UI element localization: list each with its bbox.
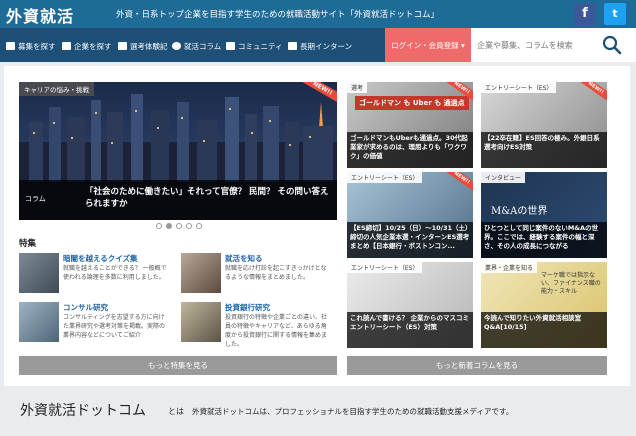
top-bar: 外資就活 外資・日系トップ企業を目指す学生のための就職活動サイト「外資就活ドット… <box>0 0 636 28</box>
card-title: ゴールドマンもUberも通過点。30代起業家が求めるのは、理屈よりも「ワクワク」… <box>347 132 473 168</box>
card-title: 【ES締切】10/25（日）〜10/31（土）締切の人気企業本選・インターンES… <box>347 222 473 258</box>
card-tag: インタビュー <box>481 172 526 183</box>
login-register-button[interactable]: ログイン・会員登録 ▾ <box>385 28 471 62</box>
about-title: 外資就活ドットコム <box>20 403 146 419</box>
card-image-text: マーケ職では指示ない、ファイナンス職の能力・スキル <box>541 272 601 295</box>
book-icon <box>118 42 127 50</box>
search-icon[interactable] <box>601 34 623 56</box>
feature-title[interactable]: 就活を知る <box>225 253 263 264</box>
card-tag: エントリーシート（ES） <box>347 262 423 273</box>
nav-item-internship[interactable]: 長期インターン <box>288 39 352 53</box>
card-tag: 選考 <box>347 82 368 93</box>
search-box <box>471 28 636 62</box>
card-title: これ読んで書ける？ 企業からのマスコミエントリーシート（ES）対策 <box>347 312 473 348</box>
briefcase-icon <box>6 42 15 50</box>
slider-dots <box>156 223 202 229</box>
feature-title[interactable]: 投資銀行研究 <box>225 302 270 313</box>
site-tagline: 外資・日系トップ企業を目指す学生のための就職活動サイト「外資就活ドットコム」 <box>116 10 440 20</box>
monitor-icon <box>288 42 297 50</box>
feature-thumbnail <box>181 302 221 342</box>
site-logo[interactable]: 外資就活 <box>6 3 74 27</box>
nav-item-jobs[interactable]: 募集を探す <box>6 39 56 53</box>
column-card[interactable]: エントリーシート（ES） NEW!! 【22卒在籍】ES回答の極み。外銀日系選考… <box>481 82 607 168</box>
chat-icon <box>226 42 235 50</box>
hero-category-tag: キャリアの悩み・挑戦 <box>19 82 94 96</box>
feature-thumbnail <box>19 302 59 342</box>
more-features-button[interactable]: もっと特集を見る <box>19 356 337 375</box>
twitter-icon[interactable]: t <box>604 3 626 25</box>
feature-desc: コンサルティングを志望する方に向けた業界研究や選考対策を掲載。実際の業界内容など… <box>63 314 166 339</box>
new-badge: NEW!! <box>575 82 607 105</box>
new-badge: NEW!! <box>441 172 473 195</box>
feature-thumbnail <box>19 253 59 293</box>
nav-item-label: 選考体験記 <box>130 41 168 51</box>
slider-dot-active[interactable] <box>166 223 172 229</box>
facebook-icon[interactable]: f <box>574 3 596 25</box>
feature-item[interactable]: コンサル研究 コンサルティングを志望する方に向けた業界研究や選考対策を掲載。実際… <box>19 302 175 346</box>
more-columns-button[interactable]: もっと新着コラムを見る <box>347 356 607 375</box>
hero-slide[interactable]: キャリアの悩み・挑戦 NEW!! コラム 「社会のために働きたい」それって官僚？… <box>19 82 337 220</box>
slider-dot[interactable] <box>176 223 182 229</box>
nav-item-label: 長期インターン <box>300 41 353 51</box>
hero-title[interactable]: 「社会のために働きたい」それって官僚？ 民間？ その問い答えられますか <box>85 186 333 210</box>
nav-item-label: 募集を探す <box>18 41 56 51</box>
card-title: 【22卒在籍】ES回答の極み。外銀日系選考向けES対策 <box>481 132 607 168</box>
hero-type-label: コラム <box>25 195 46 203</box>
feature-title[interactable]: コンサル研究 <box>63 302 108 313</box>
card-title: 今読んで知りたい外資就活相談室Q&A[10/15] <box>481 312 607 348</box>
column-icon <box>172 42 181 50</box>
features-heading: 特集 <box>19 239 37 249</box>
feature-desc: 就職を越えることができる？ 一般概で使われる論理を多数に利用しました。 <box>63 265 167 281</box>
feature-desc: 就職を応け打診を起こすきっかけとなるような情報をまとめました。 <box>225 265 327 281</box>
feature-title[interactable]: 暗闇を越えるクイズ集 <box>63 253 138 264</box>
feature-item[interactable]: 就活を知る 就職を応け打診を起こすきっかけとなるような情報をまとめました。 <box>181 253 337 297</box>
nav-item-community[interactable]: コミュニティ <box>226 39 283 53</box>
column-card[interactable]: エントリーシート（ES） これ読んで書ける？ 企業からのマスコミエントリーシート… <box>347 262 473 348</box>
nav-item-label: 就活コラム <box>184 41 222 51</box>
card-image-text: ゴールドマン も Uber も 通過点 <box>355 96 469 110</box>
card-title: ひとつとして同じ案件のないM&Aの世界。ここでは、経験する案件の幅と深さ、その人… <box>481 222 607 258</box>
column-card[interactable]: M&Aの世界 インタビュー ひとつとして同じ案件のないM&Aの世界。ここでは、経… <box>481 172 607 258</box>
nav-item-label: 企業を探す <box>74 41 112 51</box>
slider-dot[interactable] <box>196 223 202 229</box>
nav-item-label: コミュニティ <box>238 41 283 51</box>
card-tag: 業界・企業を知る <box>481 262 538 273</box>
column-card[interactable]: ゴールドマン も Uber も 通過点 選考 NEW!! ゴールドマンもUber… <box>347 82 473 168</box>
feature-thumbnail <box>181 253 221 293</box>
building-icon <box>62 42 71 50</box>
about-description: 外資就活ドットコムは、プロフェッショナルを目指す学生のための就職活動支援メディア… <box>192 407 514 416</box>
search-input[interactable] <box>477 37 595 53</box>
feature-desc: 投資銀行の特徴や企業ごとの違い、社員の特徴やキャリアなど、あらゆる角度から投資銀… <box>225 314 328 348</box>
feature-item[interactable]: 投資銀行研究 投資銀行の特徴や企業ごとの違い、社員の特徴やキャリアなど、あらゆる… <box>181 302 337 348</box>
nav-item-reports[interactable]: 選考体験記 <box>118 39 168 53</box>
hero-caption: コラム 「社会のために働きたい」それって官僚？ 民間？ その問い答えられますか <box>19 180 337 220</box>
card-tag: エントリーシート（ES） <box>481 82 557 93</box>
column-card[interactable]: エントリーシート（ES） NEW!! 【ES締切】10/25（日）〜10/31（… <box>347 172 473 258</box>
column-card[interactable]: マーケ職では指示ない、ファイナンス職の能力・スキル 業界・企業を知る 今読んで知… <box>481 262 607 348</box>
slider-dot[interactable] <box>186 223 192 229</box>
nav-item-companies[interactable]: 企業を探す <box>62 39 112 53</box>
feature-item[interactable]: 暗闇を越えるクイズ集 就職を越えることができる？ 一般概で使われる論理を多数に利… <box>19 253 175 297</box>
about-to: とは <box>168 407 184 416</box>
card-image-text: M&Aの世界 <box>491 206 548 217</box>
slider-dot[interactable] <box>156 223 162 229</box>
card-tag: エントリーシート（ES） <box>347 172 423 183</box>
nav-item-columns[interactable]: 就活コラム <box>172 39 221 53</box>
